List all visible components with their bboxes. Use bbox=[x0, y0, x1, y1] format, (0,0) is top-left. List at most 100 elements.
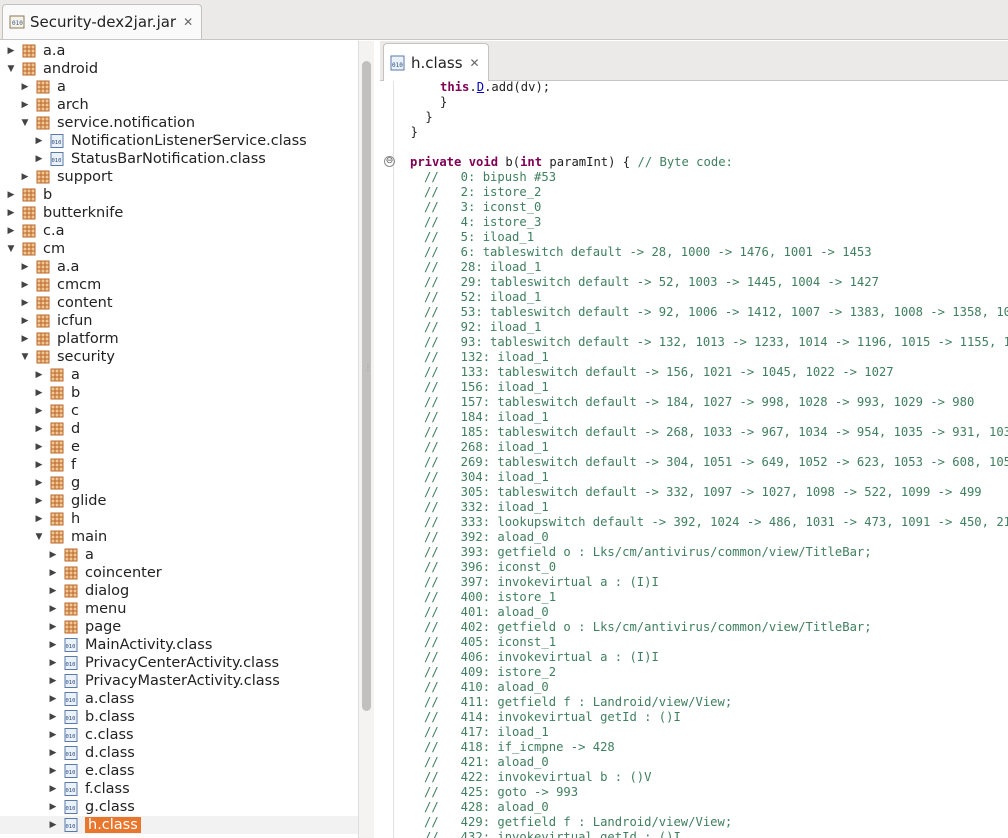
expand-arrow-right-icon[interactable]: ▶ bbox=[19, 334, 31, 344]
fold-collapse-icon[interactable]: ⊖ bbox=[384, 156, 395, 167]
expand-arrow-right-icon[interactable]: ▶ bbox=[47, 658, 59, 668]
tree-item[interactable]: ▼ android bbox=[0, 60, 358, 78]
expand-arrow-right-icon[interactable]: ▶ bbox=[33, 442, 45, 452]
tree-item[interactable]: ▶ 010 g.class bbox=[0, 798, 358, 816]
tree-item[interactable]: ▶ page bbox=[0, 618, 358, 636]
tab-h-class[interactable]: 010 h.class ✕ bbox=[383, 43, 489, 81]
close-icon[interactable]: ✕ bbox=[470, 56, 480, 70]
expand-arrow-right-icon[interactable]: ▶ bbox=[33, 136, 45, 146]
code-line: } bbox=[396, 95, 448, 109]
expand-arrow-right-icon[interactable]: ▶ bbox=[47, 676, 59, 686]
expand-arrow-right-icon[interactable]: ▶ bbox=[47, 820, 59, 830]
tree-item[interactable]: ▶ d bbox=[0, 420, 358, 438]
scrollbar-thumb[interactable] bbox=[362, 61, 371, 711]
expand-arrow-down-icon[interactable]: ▼ bbox=[33, 532, 45, 542]
tree-item[interactable]: ▶ h bbox=[0, 510, 358, 528]
expand-arrow-right-icon[interactable]: ▶ bbox=[47, 766, 59, 776]
tree-item[interactable]: ▶ content bbox=[0, 294, 358, 312]
expand-arrow-right-icon[interactable]: ▶ bbox=[47, 694, 59, 704]
expand-arrow-right-icon[interactable]: ▶ bbox=[47, 586, 59, 596]
expand-arrow-right-icon[interactable]: ▶ bbox=[47, 730, 59, 740]
expand-arrow-right-icon[interactable]: ▶ bbox=[33, 154, 45, 164]
expand-arrow-down-icon[interactable]: ▼ bbox=[5, 64, 17, 74]
expand-arrow-down-icon[interactable]: ▼ bbox=[19, 118, 31, 128]
tree-item[interactable]: ▶ b bbox=[0, 186, 358, 204]
tree-item[interactable]: ▶ a bbox=[0, 78, 358, 96]
tree-item[interactable]: ▶ b bbox=[0, 384, 358, 402]
tree-item[interactable]: ▶ 010 e.class bbox=[0, 762, 358, 780]
expand-arrow-down-icon[interactable]: ▼ bbox=[19, 352, 31, 362]
expand-arrow-right-icon[interactable]: ▶ bbox=[33, 460, 45, 470]
expand-arrow-right-icon[interactable]: ▶ bbox=[5, 190, 17, 200]
expand-arrow-right-icon[interactable]: ▶ bbox=[5, 226, 17, 236]
tree-item[interactable]: ▼ main bbox=[0, 528, 358, 546]
expand-arrow-right-icon[interactable]: ▶ bbox=[19, 100, 31, 110]
tree-item[interactable]: ▶ 010 a.class bbox=[0, 690, 358, 708]
expand-arrow-right-icon[interactable]: ▶ bbox=[47, 802, 59, 812]
close-icon[interactable]: ✕ bbox=[183, 15, 193, 29]
tab-security-dex2jar[interactable]: 010 Security-dex2jar.jar ✕ bbox=[2, 4, 203, 39]
tree-item[interactable]: ▶ g bbox=[0, 474, 358, 492]
expand-arrow-right-icon[interactable]: ▶ bbox=[5, 208, 17, 218]
tree-item[interactable]: ▶ 010 c.class bbox=[0, 726, 358, 744]
code-editor[interactable]: this.D.add(dv); } } } private void b(int … bbox=[396, 81, 1008, 838]
expand-arrow-down-icon[interactable]: ▼ bbox=[5, 244, 17, 254]
tree-item[interactable]: ▶ 010 PrivacyCenterActivity.class bbox=[0, 654, 358, 672]
package-icon bbox=[36, 170, 50, 184]
tree-item[interactable]: ▶ 010 PrivacyMasterActivity.class bbox=[0, 672, 358, 690]
expand-arrow-right-icon[interactable]: ▶ bbox=[33, 478, 45, 488]
tree-item[interactable]: ▶ cmcm bbox=[0, 276, 358, 294]
expand-arrow-right-icon[interactable]: ▶ bbox=[19, 280, 31, 290]
tree-item[interactable]: ▶ icfun bbox=[0, 312, 358, 330]
tree-item[interactable]: ▶ 010 MainActivity.class bbox=[0, 636, 358, 654]
expand-arrow-right-icon[interactable]: ▶ bbox=[47, 712, 59, 722]
expand-arrow-right-icon[interactable]: ▶ bbox=[47, 604, 59, 614]
tree-item[interactable]: ▶ a bbox=[0, 546, 358, 564]
tree-item[interactable]: ▶ coincenter bbox=[0, 564, 358, 582]
expand-arrow-right-icon[interactable]: ▶ bbox=[33, 388, 45, 398]
tree-item[interactable]: ▶ menu bbox=[0, 600, 358, 618]
tree-item[interactable]: ▶ f bbox=[0, 456, 358, 474]
tree-item[interactable]: ▼ service.notification bbox=[0, 114, 358, 132]
tree-item[interactable]: ▶ 010 d.class bbox=[0, 744, 358, 762]
expand-arrow-right-icon[interactable]: ▶ bbox=[19, 298, 31, 308]
expand-arrow-right-icon[interactable]: ▶ bbox=[47, 640, 59, 650]
splitter-grip-icon[interactable]: ⋮ bbox=[364, 364, 372, 372]
tree-item[interactable]: ▶ arch bbox=[0, 96, 358, 114]
expand-arrow-right-icon[interactable]: ▶ bbox=[33, 424, 45, 434]
expand-arrow-right-icon[interactable]: ▶ bbox=[47, 784, 59, 794]
tree-item[interactable]: ▶ 010 StatusBarNotification.class bbox=[0, 150, 358, 168]
tree-item[interactable]: ▶ glide bbox=[0, 492, 358, 510]
tree-item[interactable]: ▶ butterknife bbox=[0, 204, 358, 222]
tree-item[interactable]: ▶ a bbox=[0, 366, 358, 384]
expand-arrow-right-icon[interactable]: ▶ bbox=[33, 514, 45, 524]
expand-arrow-right-icon[interactable]: ▶ bbox=[19, 172, 31, 182]
expand-arrow-right-icon[interactable]: ▶ bbox=[47, 550, 59, 560]
tree-item[interactable]: ▶ 010 h.class bbox=[0, 816, 358, 834]
tree-item[interactable]: ▼ security bbox=[0, 348, 358, 366]
expand-arrow-right-icon[interactable]: ▶ bbox=[19, 82, 31, 92]
expand-arrow-right-icon[interactable]: ▶ bbox=[19, 262, 31, 272]
expand-arrow-right-icon[interactable]: ▶ bbox=[47, 568, 59, 578]
tree-item[interactable]: ▶ platform bbox=[0, 330, 358, 348]
expand-arrow-right-icon[interactable]: ▶ bbox=[47, 748, 59, 758]
tree-item[interactable]: ▶ dialog bbox=[0, 582, 358, 600]
tree-item[interactable]: ▼ cm bbox=[0, 240, 358, 258]
tree-scrollbar[interactable] bbox=[358, 41, 374, 838]
tree-item[interactable]: ▶ a.a bbox=[0, 42, 358, 60]
tree-item[interactable]: ▶ 010 b.class bbox=[0, 708, 358, 726]
expand-arrow-right-icon[interactable]: ▶ bbox=[33, 496, 45, 506]
tree-item[interactable]: ▶ c bbox=[0, 402, 358, 420]
tree-item[interactable]: ▶ c.a bbox=[0, 222, 358, 240]
expand-arrow-right-icon[interactable]: ▶ bbox=[33, 406, 45, 416]
tree-item[interactable]: ▶ 010 NotificationListenerService.class bbox=[0, 132, 358, 150]
expand-arrow-right-icon[interactable]: ▶ bbox=[47, 622, 59, 632]
tree-item[interactable]: ▶ a.a bbox=[0, 258, 358, 276]
expand-arrow-right-icon[interactable]: ▶ bbox=[33, 370, 45, 380]
tree-item[interactable]: ▶ 010 f.class bbox=[0, 780, 358, 798]
bytecode-comment-line: // 29: tableswitch default -> 52, 1003 -… bbox=[424, 275, 879, 289]
tree-item[interactable]: ▶ e bbox=[0, 438, 358, 456]
expand-arrow-right-icon[interactable]: ▶ bbox=[19, 316, 31, 326]
expand-arrow-right-icon[interactable]: ▶ bbox=[5, 46, 17, 56]
tree-item[interactable]: ▶ support bbox=[0, 168, 358, 186]
